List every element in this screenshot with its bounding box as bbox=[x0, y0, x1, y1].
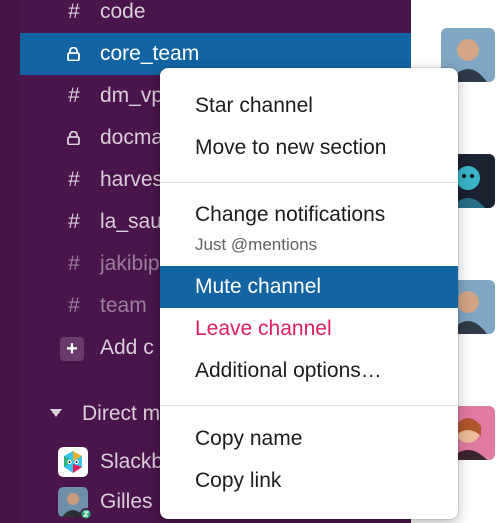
slackbot-icon bbox=[58, 447, 88, 477]
menu-item-label: Copy link bbox=[195, 469, 282, 492]
channel-name: harves bbox=[100, 168, 164, 191]
channel-name: docma bbox=[100, 126, 164, 149]
menu-divider bbox=[160, 405, 458, 406]
hash-icon: # bbox=[68, 84, 80, 107]
menu-divider bbox=[160, 182, 458, 183]
menu-item-copy-name[interactable]: Copy name bbox=[160, 418, 458, 460]
hash-icon: # bbox=[68, 210, 80, 233]
menu-item-label: Leave channel bbox=[195, 317, 332, 340]
lock-icon bbox=[67, 131, 80, 145]
menu-item-label: Move to new section bbox=[195, 136, 387, 159]
add-channels-label: Add c bbox=[100, 336, 154, 359]
menu-item-leave-channel[interactable]: Leave channel bbox=[160, 308, 458, 350]
menu-item-mute-channel[interactable]: Mute channel bbox=[160, 266, 458, 308]
snooze-status-icon bbox=[80, 508, 92, 520]
hash-icon: # bbox=[68, 0, 80, 23]
lock-icon bbox=[67, 47, 80, 61]
menu-item-copy-link[interactable]: Copy link bbox=[160, 460, 458, 502]
menu-item-change-notifications[interactable]: Change notifications bbox=[160, 194, 458, 236]
hash-icon: # bbox=[68, 252, 80, 275]
menu-item-move-to-section[interactable]: Move to new section bbox=[160, 127, 458, 169]
channel-name: team bbox=[100, 294, 147, 317]
menu-item-label: Additional options… bbox=[195, 359, 382, 382]
channel-name: dm_vp bbox=[100, 84, 164, 107]
dm-name: Slackb bbox=[100, 450, 164, 473]
hash-icon: # bbox=[68, 168, 80, 191]
channel-item-code[interactable]: # code bbox=[20, 0, 411, 33]
notifications-current-value: Just @mentions bbox=[195, 235, 318, 254]
section-title: Direct m bbox=[82, 402, 161, 425]
menu-item-label: Change notifications bbox=[195, 203, 386, 226]
menu-item-label: Copy name bbox=[195, 427, 303, 450]
channel-name: code bbox=[100, 0, 146, 23]
caret-down-icon bbox=[50, 409, 62, 417]
menu-item-additional-options[interactable]: Additional options… bbox=[160, 350, 458, 392]
hash-icon: # bbox=[68, 294, 80, 317]
menu-item-label: Mute channel bbox=[195, 275, 322, 298]
channel-name: jakibip bbox=[100, 252, 160, 275]
menu-item-star-channel[interactable]: Star channel bbox=[160, 85, 458, 127]
workspace-rail bbox=[0, 0, 20, 523]
channel-name: la_sau bbox=[100, 210, 162, 233]
dm-name: Gilles bbox=[100, 490, 153, 513]
plus-icon: + bbox=[60, 337, 84, 361]
channel-context-menu: Star channel Move to new section Change … bbox=[160, 68, 458, 519]
menu-item-label: Star channel bbox=[195, 94, 313, 117]
